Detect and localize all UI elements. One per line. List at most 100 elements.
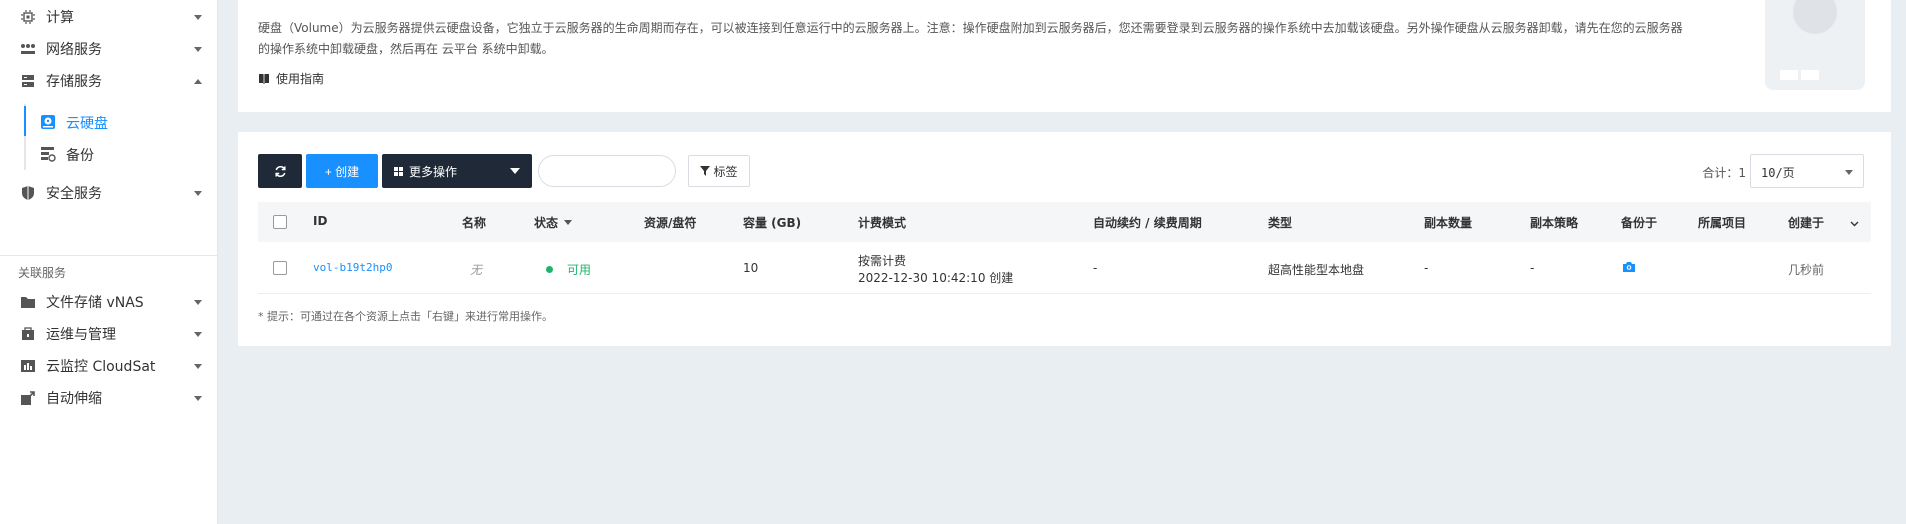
sidebar-item-label: 网络服务 — [46, 42, 102, 58]
column-header[interactable]: 自动续约 / 续费周期 — [1093, 214, 1202, 231]
status-cell: 可用 — [546, 261, 591, 278]
guide-link[interactable]: 使用指南 — [258, 70, 324, 87]
toolbox-icon — [20, 326, 36, 342]
sidebar-item-label: 云监控 CloudSat — [46, 359, 156, 375]
column-header[interactable]: 副本数量 — [1424, 214, 1472, 231]
backup-icon — [40, 146, 56, 162]
column-header[interactable]: 名称 — [462, 214, 486, 231]
storage-icon — [20, 73, 36, 89]
cpu-icon — [20, 9, 36, 25]
sidebar-item-volumes[interactable]: 云硬盘 — [0, 106, 218, 138]
refresh-button[interactable] — [258, 154, 302, 188]
volume-name: 无 — [470, 263, 483, 277]
volume-illustration — [1765, 0, 1865, 90]
chevron-down-icon — [194, 299, 202, 305]
chevron-up-icon — [194, 78, 202, 84]
toolbar: + 创建 更多操作 标签 — [258, 154, 750, 188]
column-header[interactable]: 所属项目 — [1698, 214, 1746, 231]
column-header[interactable]: 类型 — [1268, 214, 1292, 231]
sidebar-item-label: 自动伸缩 — [46, 391, 102, 407]
autoscale-icon — [20, 390, 36, 406]
chevron-down-icon — [194, 331, 202, 337]
camera-icon[interactable] — [1623, 261, 1635, 275]
caret-down-icon — [510, 168, 520, 174]
illustration-slot — [1780, 70, 1798, 80]
sidebar-item-label: 云硬盘 — [66, 116, 108, 132]
sidebar-item-compute[interactable]: 计算 — [0, 1, 218, 33]
status-dot — [546, 266, 553, 273]
disc-illustration — [1793, 0, 1837, 34]
sidebar-item-cloudsat[interactable]: 云监控 CloudSat — [0, 350, 218, 382]
intro-description-line: 的操作系统中卸载硬盘，然后再在 云平台 系统中卸载。 — [258, 42, 554, 56]
more-actions-dropdown[interactable]: 更多操作 — [382, 154, 532, 188]
caret-down-icon — [564, 220, 573, 225]
select-all-checkbox[interactable] — [273, 215, 287, 229]
status-label: 可用 — [567, 263, 592, 277]
total-count: 合计：1 — [1702, 166, 1746, 180]
sidebar-item-security[interactable]: 安全服务 — [0, 177, 218, 209]
tag-filter-label: 标签 — [713, 164, 738, 179]
sidebar: 计算 网络服务 存储服务 云硬盘 备份 安全服务 关联服务 文件存储 vNAS … — [0, 0, 218, 524]
filter-icon — [700, 166, 711, 176]
capacity-cell: 10 — [743, 261, 759, 275]
sidebar-item-network[interactable]: 网络服务 — [0, 33, 218, 65]
sidebar-item-vnas[interactable]: 文件存储 vNAS — [0, 286, 218, 318]
sidebar-item-label: 计算 — [46, 10, 74, 26]
sidebar-item-backup[interactable]: 备份 — [0, 138, 218, 170]
volume-list-card: + 创建 更多操作 标签 合计：1 10/页 ID 名称 状态 资源/盘符 容量… — [238, 132, 1891, 346]
more-actions-label: 更多操作 — [409, 164, 458, 179]
page-size-value: 10/页 — [1761, 166, 1795, 180]
more-actions-content: 更多操作 — [394, 163, 457, 180]
status-filter-header[interactable]: 状态 — [534, 214, 573, 231]
context-menu-hint: * 提示：可通过在各个资源上点击「右键」来进行常用操作。 — [258, 310, 553, 323]
sidebar-item-label: 文件存储 vNAS — [46, 295, 144, 311]
row-checkbox[interactable] — [273, 261, 287, 275]
sidebar-item-label: 运维与管理 — [46, 327, 116, 343]
column-header[interactable]: 计费模式 — [858, 214, 906, 231]
sidebar-divider — [0, 255, 218, 256]
chevron-down-icon — [194, 14, 202, 20]
shield-icon — [20, 185, 36, 201]
sidebar-item-label: 安全服务 — [46, 186, 102, 202]
sidebar-item-autoscaling[interactable]: 自动伸缩 — [0, 382, 218, 414]
volume-id-link[interactable]: vol-b19t2hp0 — [313, 261, 392, 274]
intro-description-line: 硬盘（Volume）为云服务器提供云硬盘设备，它独立于云服务器的生命周期而存在，… — [258, 21, 1683, 35]
chevron-down-icon — [194, 190, 202, 196]
disk-icon — [40, 114, 56, 130]
chevron-down-icon — [194, 46, 202, 52]
book-icon — [259, 74, 269, 84]
sidebar-item-storage[interactable]: 存储服务 — [0, 65, 218, 97]
column-header[interactable]: 容量 (GB) — [743, 214, 801, 231]
column-header[interactable]: 副本策略 — [1530, 214, 1578, 231]
intro-description: 硬盘（Volume）为云服务器提供云硬盘设备，它独立于云服务器的生命周期而存在，… — [258, 18, 1688, 60]
monitor-chart-icon — [20, 358, 36, 374]
column-header[interactable]: 创建于 — [1788, 214, 1824, 231]
type-cell: 超高性能型本地盘 — [1268, 263, 1365, 277]
folder-icon — [20, 294, 36, 310]
search-input[interactable] — [538, 155, 676, 187]
chevron-down-icon — [194, 395, 202, 401]
column-header-label: 状态 — [534, 216, 559, 230]
column-header[interactable]: ID — [313, 214, 327, 228]
grid-icon — [394, 166, 403, 176]
table-row[interactable]: vol-b19t2hp0 无 可用 10 按需计费 2022-12-30 10:… — [258, 242, 1871, 294]
tag-filter-button[interactable]: 标签 — [688, 155, 750, 187]
illustration-slot — [1801, 70, 1819, 80]
create-button[interactable]: + 创建 — [306, 154, 378, 188]
related-services-title: 关联服务 — [18, 266, 67, 280]
column-header[interactable]: 资源/盘符 — [644, 214, 696, 231]
sidebar-item-ops[interactable]: 运维与管理 — [0, 318, 218, 350]
guide-label: 使用指南 — [276, 72, 325, 86]
replica-count-cell: - — [1424, 261, 1429, 275]
column-header[interactable]: 备份于 — [1621, 214, 1657, 231]
sidebar-item-label: 备份 — [66, 148, 94, 164]
network-icon — [20, 41, 36, 57]
replica-policy-cell: - — [1530, 261, 1535, 275]
page-size-select[interactable]: 10/页 — [1750, 154, 1864, 188]
billing-mode-cell: 按需计费 — [858, 254, 907, 268]
chevron-down-icon — [194, 363, 202, 369]
column-settings-chevron-icon[interactable] — [1850, 216, 1859, 230]
refresh-icon — [274, 165, 286, 177]
sidebar-item-label: 存储服务 — [46, 74, 102, 90]
auto-renew-cell: - — [1093, 261, 1098, 275]
